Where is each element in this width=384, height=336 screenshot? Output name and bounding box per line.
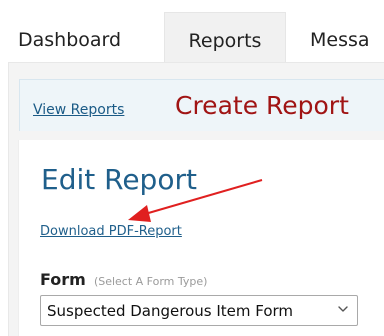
- page: Dashboard Reports Messa View Reports Cre…: [0, 0, 384, 336]
- page-title: Edit Report: [41, 163, 197, 196]
- form-type-selected-value: Suspected Dangerous Item Form: [47, 302, 294, 320]
- top-nav-tabs: Dashboard Reports Messa: [0, 0, 384, 62]
- create-report-heading: Create Report: [175, 91, 349, 120]
- form-label: Form: [40, 270, 86, 289]
- view-reports-link[interactable]: View Reports: [33, 102, 124, 118]
- tab-reports[interactable]: Reports: [164, 12, 286, 62]
- chevron-down-icon: [338, 306, 348, 312]
- tab-messages[interactable]: Messa: [310, 12, 384, 62]
- form-type-label: Form (Select A Form Type): [40, 270, 207, 289]
- form-type-select[interactable]: Suspected Dangerous Item Form: [40, 295, 358, 326]
- form-hint: (Select A Form Type): [93, 275, 208, 288]
- download-pdf-report-link[interactable]: Download PDF-Report: [40, 224, 182, 239]
- tab-dashboard[interactable]: Dashboard: [18, 12, 146, 62]
